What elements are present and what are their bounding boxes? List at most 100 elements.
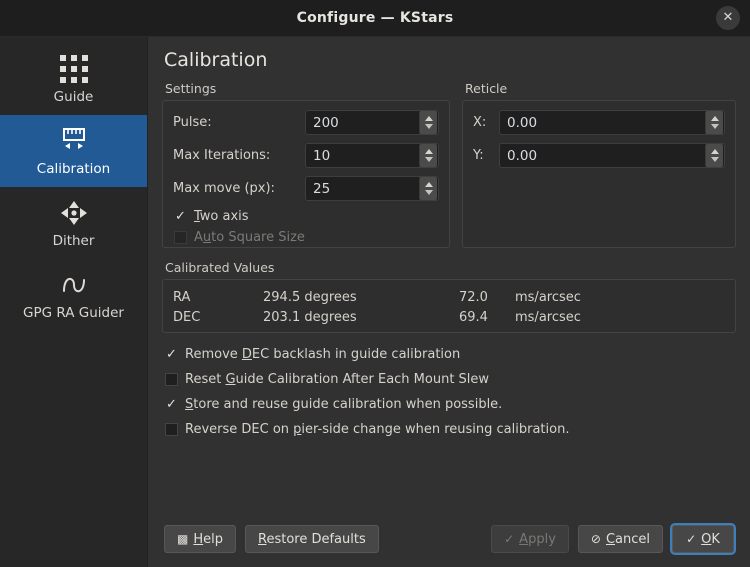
stepper-up-icon[interactable]	[425, 116, 433, 121]
max-iterations-row: Max Iterations: 10	[173, 143, 439, 168]
stepper-up-icon[interactable]	[711, 149, 719, 154]
settings-box: Pulse: 200 Max Iterations:	[162, 100, 450, 248]
sidebar: Guide Calibration	[0, 37, 148, 567]
apply-button-label: Apply	[519, 532, 556, 547]
check-icon: ✓	[504, 533, 514, 545]
stepper-up-icon[interactable]	[425, 182, 433, 187]
cal-unit: ms/arcsec	[515, 288, 581, 308]
cal-rate: 69.4	[459, 308, 515, 328]
page-title: Calibration	[164, 49, 736, 71]
checkbox-box-icon	[174, 231, 187, 244]
reticle-y-value: 0.00	[500, 148, 705, 164]
cancel-button[interactable]: ⊘ Cancel	[578, 525, 663, 553]
sidebar-item-label: Guide	[4, 89, 143, 105]
pulse-value: 200	[306, 115, 419, 131]
checkbox-box-icon	[165, 373, 178, 386]
title-bar: Configure — KStars ✕	[0, 0, 750, 37]
stepper-up-icon[interactable]	[425, 149, 433, 154]
close-icon[interactable]: ✕	[716, 6, 740, 30]
settings-group-label: Settings	[165, 81, 450, 96]
cal-unit: ms/arcsec	[515, 308, 581, 328]
max-move-value: 25	[306, 181, 419, 197]
cal-degrees: 294.5 degrees	[263, 288, 459, 308]
stepper-up-icon[interactable]	[711, 116, 719, 121]
help-button-label: Help	[193, 532, 223, 547]
reverse-dec-pier-side-checkbox[interactable]: Reverse DEC on pier-side change when reu…	[165, 422, 736, 437]
ruler-icon	[4, 124, 143, 158]
reticle-y-spinbox[interactable]: 0.00	[499, 143, 725, 168]
button-bar: ▩ Help Restore Defaults ✓ Apply ⊘ Cancel…	[162, 525, 736, 557]
sidebar-item-label: Calibration	[4, 161, 143, 177]
reticle-y-stepper[interactable]	[705, 144, 723, 167]
reticle-group-label: Reticle	[465, 81, 736, 96]
cal-rate: 72.0	[459, 288, 515, 308]
sidebar-item-dither[interactable]: Dither	[0, 187, 147, 259]
table-row: RA 294.5 degrees 72.0 ms/arcsec	[173, 288, 725, 308]
reset-guide-calibration-label: Reset Guide Calibration After Each Mount…	[185, 372, 489, 387]
max-move-label: Max move (px):	[173, 181, 305, 196]
stepper-down-icon[interactable]	[711, 157, 719, 162]
cal-axis: DEC	[173, 308, 263, 328]
reticle-x-value: 0.00	[500, 115, 705, 131]
calibration-options: ✓ Remove DEC backlash in guide calibrati…	[162, 347, 736, 447]
pulse-stepper[interactable]	[419, 111, 437, 134]
sidebar-item-guide[interactable]: Guide	[0, 43, 147, 115]
move-arrows-icon	[4, 196, 143, 230]
store-reuse-calibration-checkbox[interactable]: ✓ Store and reuse guide calibration when…	[165, 397, 736, 412]
auto-square-size-checkbox: Auto Square Size	[174, 230, 439, 245]
window-title: Configure — KStars	[297, 10, 454, 26]
calibrated-values-label: Calibrated Values	[165, 260, 736, 275]
sidebar-item-label: Dither	[4, 233, 143, 249]
reticle-x-stepper[interactable]	[705, 111, 723, 134]
reticle-x-label: X:	[473, 115, 499, 130]
help-button[interactable]: ▩ Help	[164, 525, 236, 553]
max-move-row: Max move (px): 25	[173, 176, 439, 201]
max-iterations-label: Max Iterations:	[173, 148, 305, 163]
auto-square-size-label: Auto Square Size	[194, 230, 305, 245]
max-iterations-stepper[interactable]	[419, 144, 437, 167]
stepper-down-icon[interactable]	[425, 190, 433, 195]
reset-guide-calibration-checkbox[interactable]: Reset Guide Calibration After Each Mount…	[165, 372, 736, 387]
remove-dec-backlash-label: Remove DEC backlash in guide calibration	[185, 347, 460, 362]
sine-wave-icon	[4, 268, 143, 302]
top-groups: Settings Pulse: 200	[162, 81, 736, 248]
remove-dec-backlash-checkbox[interactable]: ✓ Remove DEC backlash in guide calibrati…	[165, 347, 736, 362]
check-icon: ✓	[686, 533, 696, 545]
max-move-spinbox[interactable]: 25	[305, 176, 439, 201]
pulse-row: Pulse: 200	[173, 110, 439, 135]
table-row: DEC 203.1 degrees 69.4 ms/arcsec	[173, 308, 725, 328]
max-iterations-spinbox[interactable]: 10	[305, 143, 439, 168]
help-icon: ▩	[177, 533, 188, 545]
reticle-box: X: 0.00 Y:	[462, 100, 736, 248]
pulse-spinbox[interactable]: 200	[305, 110, 439, 135]
checkbox-box-icon	[165, 423, 178, 436]
cal-axis: RA	[173, 288, 263, 308]
two-axis-checkbox[interactable]: ✓ Two axis	[174, 209, 439, 224]
reticle-y-row: Y: 0.00	[473, 143, 725, 168]
cancel-icon: ⊘	[591, 533, 601, 545]
checkbox-check-icon: ✓	[165, 348, 178, 361]
reticle-x-spinbox[interactable]: 0.00	[499, 110, 725, 135]
stepper-down-icon[interactable]	[711, 124, 719, 129]
reticle-x-row: X: 0.00	[473, 110, 725, 135]
ok-button-label: OK	[701, 532, 720, 547]
main-panel: Calibration Settings Pulse: 200	[148, 37, 750, 567]
sidebar-item-gpg-ra-guider[interactable]: GPG RA Guider	[0, 259, 147, 331]
max-move-stepper[interactable]	[419, 177, 437, 200]
configure-dialog: Configure — KStars ✕ Guide	[0, 0, 750, 567]
ok-button[interactable]: ✓ OK	[672, 525, 734, 553]
settings-group: Settings Pulse: 200	[162, 81, 450, 248]
stepper-down-icon[interactable]	[425, 124, 433, 129]
stepper-down-icon[interactable]	[425, 157, 433, 162]
checkbox-check-icon: ✓	[165, 398, 178, 411]
cal-degrees: 203.1 degrees	[263, 308, 459, 328]
calibrated-values-group: Calibrated Values RA 294.5 degrees 72.0 …	[162, 260, 736, 333]
restore-defaults-button-label: Restore Defaults	[258, 532, 366, 547]
max-iterations-value: 10	[306, 148, 419, 164]
apply-button: ✓ Apply	[491, 525, 569, 553]
checkbox-check-icon: ✓	[174, 210, 187, 223]
grid-dots-icon	[4, 52, 143, 86]
sidebar-item-calibration[interactable]: Calibration	[0, 115, 147, 187]
pulse-label: Pulse:	[173, 115, 305, 130]
restore-defaults-button[interactable]: Restore Defaults	[245, 525, 379, 553]
